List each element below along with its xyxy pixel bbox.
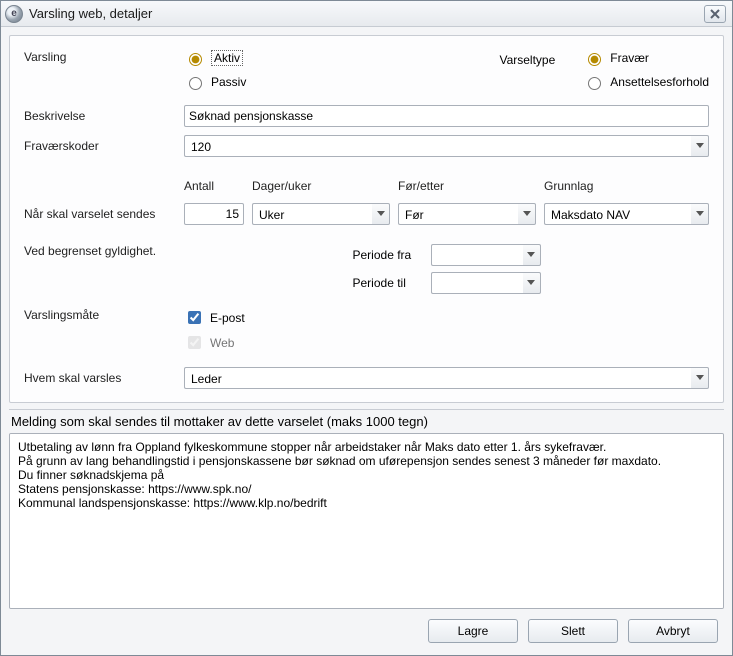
form-panel: Varsling Aktiv Passiv Varseltype	[9, 35, 724, 403]
label-beskrivelse: Beskrivelse	[24, 109, 184, 123]
label-dager-uker: Dager/uker	[252, 179, 390, 193]
radio-varsling-passiv[interactable]	[189, 77, 202, 90]
dialog-body: Varsling Aktiv Passiv Varseltype	[1, 27, 732, 655]
antall-input[interactable]	[184, 203, 244, 225]
label-periode-til: Periode til	[353, 276, 431, 290]
radio-varsling-aktiv[interactable]	[189, 53, 202, 66]
close-icon	[710, 9, 720, 19]
label-periode-fra: Periode fra	[353, 248, 431, 262]
radio-label-fravaer: Fravær	[610, 51, 649, 65]
radio-varseltype-fravaer[interactable]	[588, 53, 601, 66]
message-header: Melding som skal sendes til mottaker av …	[9, 409, 724, 433]
for-etter-select[interactable]: Før	[398, 203, 536, 225]
radio-label-ansettelse: Ansettelsesforhold	[610, 75, 709, 89]
checkbox-label-epost: E-post	[210, 311, 245, 325]
radio-varseltype-ansettelse[interactable]	[588, 77, 601, 90]
chevron-down-icon[interactable]	[691, 135, 709, 157]
titlebar: e Varsling web, detaljer	[1, 1, 732, 27]
chevron-down-icon[interactable]	[372, 203, 390, 225]
cancel-button[interactable]: Avbryt	[628, 619, 718, 643]
label-antall: Antall	[184, 179, 244, 193]
app-icon: e	[5, 5, 23, 23]
varseltype-radiogroup: Fravær Ansettelsesforhold	[583, 50, 709, 90]
button-bar: Lagre Slett Avbryt	[9, 609, 724, 647]
label-hvem-varsles: Hvem skal varsles	[24, 371, 184, 385]
close-button[interactable]	[704, 5, 726, 23]
delete-button[interactable]: Slett	[528, 619, 618, 643]
dager-uker-select[interactable]: Uker	[252, 203, 390, 225]
label-naar-sendes: Når skal varselet sendes	[24, 207, 184, 221]
label-varslingsmate: Varslingsmåte	[24, 308, 184, 322]
label-grunnlag: Grunnlag	[544, 179, 709, 193]
label-for-etter: Før/etter	[398, 179, 536, 193]
fravaerskoder-combo[interactable]: 120	[184, 135, 709, 157]
message-textarea[interactable]	[10, 434, 723, 608]
window-title: Varsling web, detaljer	[29, 6, 152, 21]
chevron-down-icon[interactable]	[523, 272, 541, 294]
varsling-radiogroup: Aktiv Passiv	[184, 50, 246, 90]
label-fravaerskoder: Fraværskoder	[24, 139, 184, 153]
checkbox-web	[188, 336, 201, 349]
periode-fra-select[interactable]	[431, 244, 541, 266]
hvem-varsles-select[interactable]: Leder	[184, 367, 709, 389]
save-button[interactable]: Lagre	[428, 619, 518, 643]
label-varsling: Varsling	[24, 50, 184, 64]
label-varseltype: Varseltype	[499, 53, 555, 67]
chevron-down-icon[interactable]	[691, 367, 709, 389]
chevron-down-icon[interactable]	[523, 244, 541, 266]
radio-label-aktiv: Aktiv	[211, 50, 243, 66]
chevron-down-icon[interactable]	[518, 203, 536, 225]
label-ved-begrenset: Ved begrenset gyldighet.	[24, 244, 184, 258]
message-section: Melding som skal sendes til mottaker av …	[9, 409, 724, 609]
checkbox-label-web: Web	[210, 336, 234, 350]
radio-label-passiv: Passiv	[211, 75, 246, 89]
beskrivelse-input[interactable]	[184, 105, 709, 127]
dialog-window: e Varsling web, detaljer Varsling Aktiv	[0, 0, 733, 656]
checkbox-epost[interactable]	[188, 311, 201, 324]
periode-til-select[interactable]	[431, 272, 541, 294]
fravaerskoder-value: 120	[184, 135, 691, 157]
grunnlag-select[interactable]: Maksdato NAV	[544, 203, 709, 225]
chevron-down-icon[interactable]	[691, 203, 709, 225]
